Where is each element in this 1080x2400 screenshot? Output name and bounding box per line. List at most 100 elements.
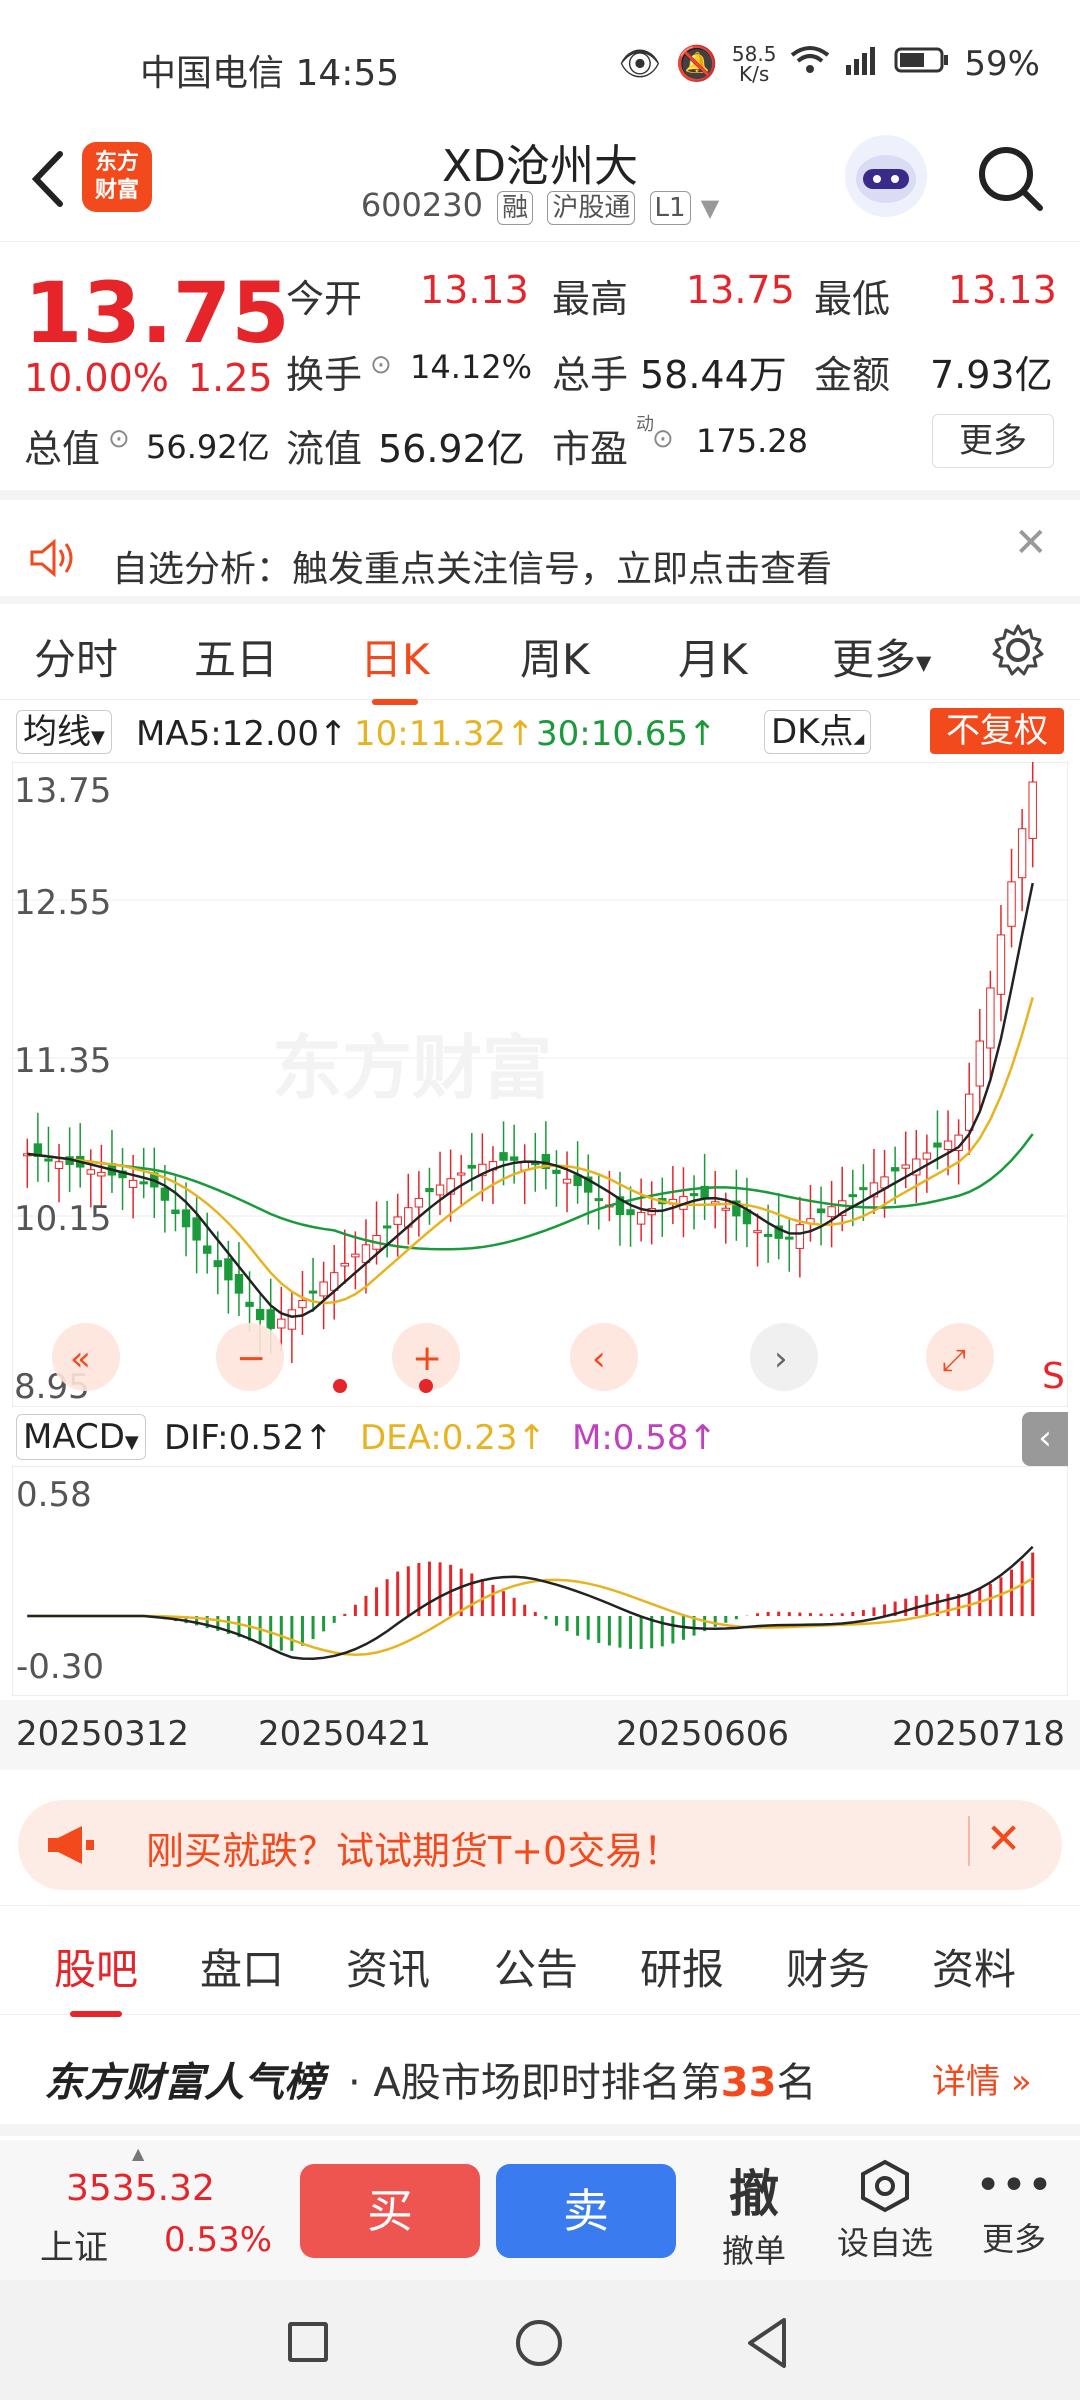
candle-body xyxy=(753,1230,762,1234)
megaphone-icon xyxy=(42,1820,98,1874)
info-icon[interactable]: ⊙ xyxy=(370,350,392,380)
macd-selector[interactable]: MACD▼ xyxy=(16,1414,146,1460)
more-quote-button[interactable]: 更多 xyxy=(932,414,1054,468)
tag-margin: 融 xyxy=(497,191,534,225)
k-line-svg: 东方财富 13.75 12.55 11.35 10.15 8.95 S « − … xyxy=(11,753,1069,1408)
tab-five-day[interactable]: 五日 xyxy=(194,626,278,687)
candle-body xyxy=(827,1206,836,1218)
hexagon-target-icon xyxy=(861,2159,909,2213)
tab-daily-k[interactable]: 日K xyxy=(360,626,430,705)
dropdown-triangle-icon[interactable]: ▼ xyxy=(701,194,719,222)
index-change[interactable]: 0.53% xyxy=(164,2220,272,2260)
candle-body xyxy=(160,1187,170,1201)
ma5-text: MA5:12.00 xyxy=(136,714,320,754)
svg-text:⤢: ⤢ xyxy=(942,1343,966,1378)
svg-text:−: − xyxy=(236,1338,266,1379)
index-name[interactable]: 上证 xyxy=(40,2220,108,2269)
candle-body xyxy=(255,1308,265,1321)
more-actions-button[interactable]: ••• 更多 xyxy=(966,2158,1062,2260)
chevron-down-icon: ▼ xyxy=(124,1432,139,1453)
candle-body xyxy=(414,1197,424,1208)
caret-up-icon: ▲ xyxy=(132,2144,145,2163)
ma-selector[interactable]: 均线▼ xyxy=(16,710,112,754)
tab-intraday[interactable]: 分时 xyxy=(34,626,118,687)
info-icon[interactable]: ⊙ xyxy=(108,424,130,454)
analysis-notice[interactable]: 自选分析：触发重点关注信号，立即点击查看 ✕ xyxy=(0,490,1080,595)
chart-prev-button[interactable]: ‹ xyxy=(570,1323,638,1391)
candle-body xyxy=(986,987,995,1049)
tab-profile[interactable]: 资料 xyxy=(932,1936,1016,1997)
mktcap-label: 总值 xyxy=(24,427,101,471)
tab-weekly-k[interactable]: 周K xyxy=(520,626,590,687)
turnover-value: 14.12% xyxy=(410,348,533,386)
event-dot[interactable] xyxy=(333,1379,347,1393)
recent-apps-icon[interactable] xyxy=(288,2322,328,2362)
rank-brand: 东方财富人气榜 xyxy=(44,2060,324,2106)
chart-next-button[interactable]: › xyxy=(750,1323,818,1391)
candle-body xyxy=(382,1225,392,1229)
macd-chart[interactable]: 0.58 -0.30 xyxy=(11,1465,1069,1697)
amount-label: 金额 xyxy=(814,353,891,397)
svg-text:+: + xyxy=(412,1338,442,1379)
chart-zoom-out-button[interactable]: − xyxy=(216,1323,284,1391)
more-actions-label: 更多 xyxy=(981,2220,1046,2258)
collapse-panel-button[interactable]: ‹ xyxy=(1022,1412,1068,1466)
system-nav-bar xyxy=(0,2280,1080,2400)
candle-body xyxy=(245,1301,254,1307)
candle-body xyxy=(54,1161,64,1169)
no-adjust-button[interactable]: 不复权 xyxy=(930,708,1064,754)
macd-y-top: 0.58 xyxy=(16,1475,92,1515)
candle-body xyxy=(1007,881,1016,927)
info-icon[interactable]: ⊙ xyxy=(652,424,674,454)
period-tabs: 分时 五日 日K 周K 月K 更多▼ xyxy=(0,596,1080,705)
sell-button[interactable]: 卖 xyxy=(496,2164,676,2258)
tab-order-book[interactable]: 盘口 xyxy=(200,1936,284,1997)
candle-body xyxy=(393,1216,402,1225)
add-watchlist-button[interactable]: 设自选 xyxy=(830,2158,940,2264)
close-icon[interactable]: ✕ xyxy=(1014,520,1048,566)
y-label: 11.35 xyxy=(14,1041,111,1081)
dk-label: DK点 xyxy=(771,712,854,752)
tab-news[interactable]: 资讯 xyxy=(346,1936,430,1997)
close-icon[interactable]: ✕ xyxy=(986,1814,1021,1863)
tab-forum[interactable]: 股吧 xyxy=(54,1936,138,2017)
promo-banner[interactable]: 刚买就跌？试试期货T+0交易！ ✕ xyxy=(18,1800,1062,1890)
tab-announcements[interactable]: 公告 xyxy=(494,1936,578,1997)
candle-body xyxy=(562,1178,572,1184)
tab-more[interactable]: 更多▼ xyxy=(832,626,931,687)
tab-research[interactable]: 研报 xyxy=(640,1936,724,1997)
chart-scroll-left-button[interactable]: « xyxy=(52,1323,120,1391)
notice-text: 自选分析：触发重点关注信号，立即点击查看 xyxy=(112,549,833,590)
tag-level: L1 xyxy=(649,191,691,225)
candle-body xyxy=(457,1172,466,1176)
event-dot[interactable] xyxy=(419,1379,433,1393)
cancel-order-button[interactable]: 撤 撤单 xyxy=(710,2154,798,2272)
fullscreen-button[interactable]: ⤢ xyxy=(926,1323,994,1391)
candle-body xyxy=(901,1164,910,1169)
macd-selector-label: MACD xyxy=(23,1417,125,1457)
candle-body xyxy=(224,1258,233,1281)
k-line-chart[interactable]: 东方财富 13.75 12.55 11.35 10.15 8.95 S « − … xyxy=(11,753,1069,1408)
dk-point-selector[interactable]: DK点◢ xyxy=(764,710,872,754)
popularity-rank-row[interactable]: 东方财富人气榜 · A股市场即时排名第33名 详情 » xyxy=(0,2016,1080,2136)
rank-detail-link[interactable]: 详情 » xyxy=(932,2054,1032,2103)
quote-panel: 13.75 10.00% 1.25 今开 13.13 最高 13.75 最低 1… xyxy=(0,244,1080,489)
candle-body xyxy=(965,1093,974,1131)
rank-number: 33 xyxy=(720,2060,777,2106)
tab-financials[interactable]: 财务 xyxy=(786,1936,870,1997)
tab-monthly-k[interactable]: 月K xyxy=(678,626,748,687)
candle-body xyxy=(44,1158,53,1162)
robot-assistant-icon[interactable] xyxy=(845,135,927,217)
date-axis: 20250312 20250421 20250606 20250718 xyxy=(0,1700,1080,1770)
gear-icon[interactable] xyxy=(990,622,1046,682)
status-bar: 中国电信 14:55 👁 🔕 58.5 K/s 59% xyxy=(0,0,1080,130)
ma-indicator-row: 均线▼ MA5:12.00↑ 10:11.32↑ 30:10.65↑ DK点◢ … xyxy=(0,700,1080,762)
search-icon[interactable] xyxy=(972,140,1048,216)
index-value[interactable]: 3535.32 xyxy=(66,2168,215,2209)
back-nav-icon[interactable] xyxy=(744,2316,790,2374)
buy-button[interactable]: 买 xyxy=(300,2164,480,2258)
home-icon[interactable] xyxy=(516,2320,562,2366)
stock-header: 东方 财富 XD沧州大 600230 融 沪股通 L1 ▼ xyxy=(0,130,1080,242)
candle-body xyxy=(266,1309,275,1329)
ma30-text: 30:10.65 xyxy=(536,714,689,754)
